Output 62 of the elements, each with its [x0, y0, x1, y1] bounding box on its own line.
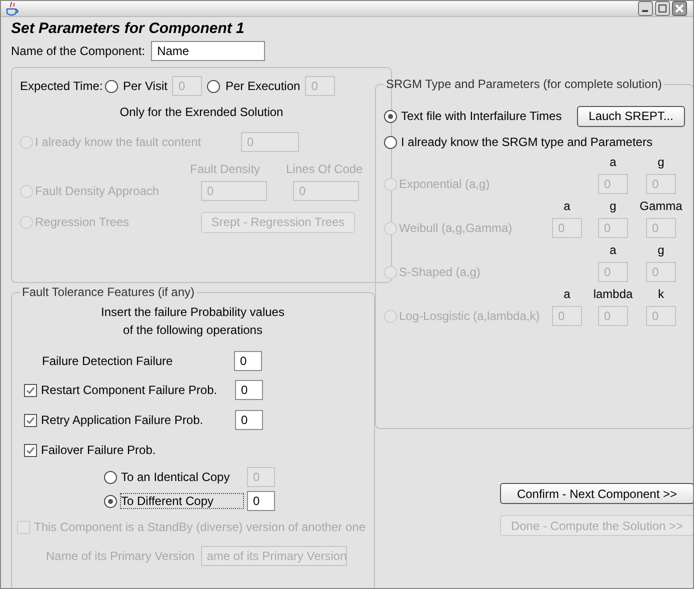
radio-label: Weibull (a,g,Gamma): [399, 221, 512, 235]
checkbox[interactable]: [24, 384, 37, 396]
checkbox[interactable]: [24, 414, 37, 426]
radio-label: Exponential (a,g): [399, 177, 490, 191]
radio-label: Per Execution: [225, 79, 300, 93]
radio-button[interactable]: [384, 110, 397, 122]
checkbox-label: This Component is a StandBy (diverse) version of another one: [34, 520, 366, 534]
radio-button[interactable]: [104, 470, 117, 484]
checkbox-label: Retry Application Failure Prob.: [41, 413, 204, 427]
parameter-header: a: [564, 287, 570, 301]
checkbox[interactable]: [24, 444, 37, 456]
parameter-header: g: [658, 155, 664, 169]
radio-label: S-Shaped (a,g): [399, 265, 480, 279]
probability-field[interactable]: 0: [235, 380, 263, 400]
time-field[interactable]: 0: [172, 76, 202, 96]
column-header: Fault Density: [190, 162, 262, 176]
radio-button[interactable]: [104, 494, 117, 508]
instruction-text: Insert the failure Probability values: [100, 304, 286, 321]
radio-label: I already know the SRGM type and Parameters: [401, 135, 652, 149]
probability-field[interactable]: 0: [247, 467, 275, 487]
parameter-header: lambda: [593, 287, 633, 301]
radio-button[interactable]: [207, 80, 220, 92]
maximize-button[interactable]: [655, 1, 670, 16]
field-label: Expected Time:: [20, 79, 100, 93]
time-field[interactable]: 0: [305, 76, 336, 96]
radio-label: To an Identical Copy: [121, 470, 231, 484]
checkbox-label: Restart Component Failure Prob.: [41, 383, 218, 397]
parameter-header: g: [610, 199, 616, 213]
parameter-header: a: [564, 199, 570, 213]
form-heading: Set Parameters for Component 1: [11, 19, 246, 39]
field-label: Failure Detection Failure: [42, 354, 174, 368]
parameter-header: g: [658, 243, 664, 257]
action-button[interactable]: Confirm - Next Component >>: [500, 483, 693, 504]
parameter-header: Gamma: [640, 199, 682, 213]
radio-label: Log-Losgistic (a,lambda,k): [399, 309, 540, 323]
checkbox-label: Failover Failure Prob.: [41, 443, 156, 457]
coffee-cup-icon: [5, 1, 19, 16]
column-header: Lines Of Code: [286, 162, 364, 176]
close-button[interactable]: [672, 1, 687, 16]
radio-button[interactable]: [384, 136, 397, 148]
probability-field[interactable]: 0: [234, 351, 262, 371]
field-label: Name of the Component:: [11, 44, 146, 58]
parameter-header: k: [658, 287, 664, 301]
radio-label: I already know the fault content: [35, 135, 202, 149]
group-title: Fault Tolerance Features (if any): [21, 285, 196, 299]
minimize-button[interactable]: [638, 1, 653, 16]
parameter-header: a: [610, 155, 616, 169]
field-label: Name of its Primary Version: [46, 549, 195, 563]
radio-label: Per Visit: [123, 79, 168, 93]
group-title: SRGM Type and Parameters (for complete solution): [385, 77, 663, 91]
radio-label: Text file with Interfailure Times: [401, 109, 563, 123]
section-note: Only for the Exrended Solution: [118, 104, 284, 121]
radio-label: To Different Copy: [121, 494, 243, 508]
probability-field[interactable]: 0: [247, 491, 275, 511]
radio-button[interactable]: [105, 80, 118, 92]
radio-label: Fault Density Approach: [35, 184, 160, 198]
probability-field[interactable]: 0: [235, 410, 263, 430]
name-field[interactable]: Name: [151, 41, 266, 61]
instruction-text: of the following operations: [122, 322, 264, 339]
launch-srept-button[interactable]: Lauch SREPT...: [577, 106, 685, 126]
radio-label: Regression Trees: [35, 215, 130, 229]
parameter-header: a: [610, 243, 616, 257]
